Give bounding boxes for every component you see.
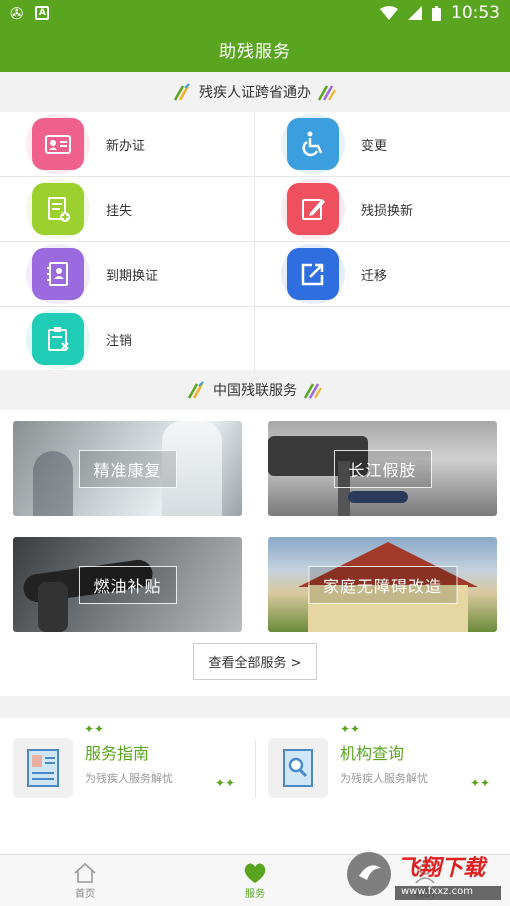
- card-prosthetics[interactable]: 长江假肢: [268, 421, 497, 516]
- app-notification-icon: ✇: [10, 3, 24, 23]
- service-cancel[interactable]: 注销: [0, 307, 255, 372]
- share-arrow-icon: [281, 244, 345, 304]
- info-title: 机构查询: [340, 744, 405, 763]
- nav-home[interactable]: 首页: [0, 855, 170, 906]
- service-report-loss[interactable]: 挂失: [0, 177, 255, 242]
- watermark-text: 飞翔下载: [397, 856, 486, 881]
- service-label: 迁移: [361, 268, 388, 284]
- sparkle-icon: ✦✦: [84, 722, 105, 736]
- address-book-icon: [26, 244, 90, 304]
- search-book-icon: [268, 738, 328, 798]
- section-header-cross-province: 残疾人证跨省通办: [0, 72, 510, 112]
- card-label: 长江假肢: [333, 449, 432, 488]
- service-label: 变更: [361, 138, 388, 154]
- status-bar: ✇ A 10:53: [0, 0, 510, 26]
- view-all-services-button[interactable]: 查看全部服务 >: [193, 643, 317, 680]
- document-add-icon: [26, 179, 90, 239]
- card-label: 燃油补贴: [78, 565, 177, 604]
- card-fuel-subsidy[interactable]: 燃油补贴: [13, 537, 242, 632]
- info-section: ✦✦ ✦✦ ✦✦ ✦✦ 服务指南 为残疾人服务解忧 机构查询 为残疾人服务解忧: [0, 718, 510, 854]
- watermark: 飞翔下载 www.fxxz.com: [345, 846, 505, 902]
- card-home-accessibility[interactable]: 家庭无障碍改造: [268, 537, 497, 632]
- service-label: 注销: [106, 333, 133, 349]
- card-rehab[interactable]: 精准康复: [13, 421, 242, 516]
- section-title: 中国残联服务: [213, 383, 297, 399]
- clock: 10:53: [451, 3, 500, 23]
- card-label: 精准康复: [78, 449, 177, 488]
- wheelchair-icon: [281, 114, 345, 174]
- service-guide[interactable]: 服务指南 为残疾人服务解忧: [13, 738, 253, 802]
- info-subtitle: 为残疾人服务解忧: [85, 772, 173, 785]
- clipboard-x-icon: [26, 309, 90, 369]
- service-change[interactable]: 变更: [255, 112, 510, 177]
- signal-icon: [408, 6, 422, 20]
- nav-label: 服务: [245, 889, 265, 900]
- pencil-icon: [303, 383, 322, 399]
- institution-lookup[interactable]: 机构查询 为残疾人服务解忧: [268, 738, 508, 802]
- service-label: 新办证: [106, 138, 146, 154]
- watermark-url: www.fxxz.com: [401, 886, 473, 897]
- service-label: 残损换新: [361, 203, 414, 219]
- pencil-icon: [317, 85, 336, 101]
- pencil-icon: [173, 83, 190, 101]
- service-label: 到期换证: [106, 268, 159, 284]
- service-label: 挂失: [106, 203, 133, 219]
- section-title: 残疾人证跨省通办: [199, 85, 311, 101]
- divider: [255, 740, 256, 798]
- pencil-icon: [187, 381, 204, 399]
- service-new-card[interactable]: 新办证: [0, 112, 255, 177]
- nav-label: 首页: [75, 889, 95, 900]
- info-subtitle: 为残疾人服务解忧: [340, 772, 428, 785]
- card-label: 家庭无障碍改造: [307, 565, 458, 604]
- home-icon: [74, 862, 96, 883]
- service-replace-damaged[interactable]: 残损换新: [255, 177, 510, 242]
- service-grid: 新办证 变更 挂失 残损换新 到期换证 迁移 注销: [0, 112, 510, 372]
- heart-icon: [244, 863, 266, 883]
- section-header-cdpf: 中国残联服务: [0, 370, 510, 410]
- service-expiry-renewal[interactable]: 到期换证: [0, 242, 255, 307]
- battery-icon: [432, 5, 441, 21]
- info-title: 服务指南: [85, 744, 150, 763]
- empty-cell: [255, 307, 510, 372]
- id-card-icon: [26, 114, 90, 174]
- a-notification-icon: A: [35, 6, 50, 20]
- guide-document-icon: [13, 738, 73, 798]
- wifi-icon: [380, 6, 398, 20]
- nav-services[interactable]: 服务: [170, 855, 340, 906]
- service-transfer[interactable]: 迁移: [255, 242, 510, 307]
- page-title: 助残服务: [0, 26, 510, 72]
- edit-icon: [281, 179, 345, 239]
- sparkle-icon: ✦✦: [340, 722, 361, 736]
